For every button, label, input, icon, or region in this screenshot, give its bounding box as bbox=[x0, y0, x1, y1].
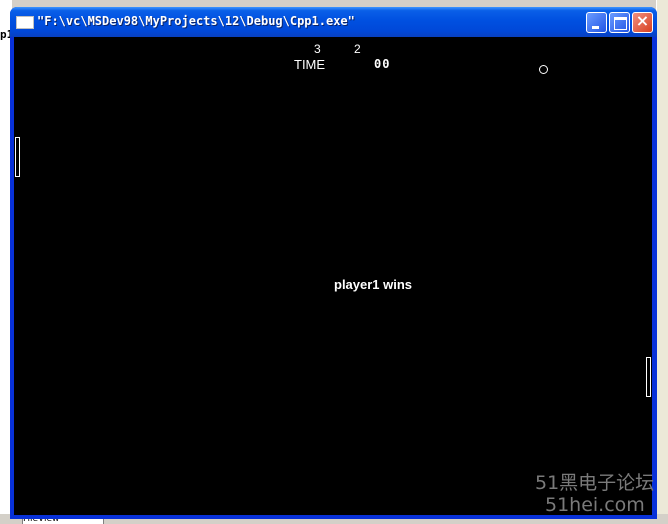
player2-score: 2 bbox=[354, 42, 361, 56]
title-bar[interactable]: "F:\vc\MSDev98\MyProjects\12\Debug\Cpp1.… bbox=[10, 7, 657, 37]
time-value: 00 bbox=[374, 57, 391, 71]
ball bbox=[539, 65, 548, 74]
watermark: 51黑电子论坛 51hei.com bbox=[535, 472, 654, 516]
game-over-message: player1 wins bbox=[334, 277, 413, 292]
watermark-line1: 51黑电子论坛 bbox=[535, 472, 655, 494]
console-window: "F:\vc\MSDev98\MyProjects\12\Debug\Cpp1.… bbox=[10, 7, 657, 519]
console-icon bbox=[16, 16, 34, 29]
left-paddle bbox=[15, 137, 20, 177]
watermark-line2: 51hei.com bbox=[545, 494, 645, 516]
window-title: "F:\vc\MSDev98\MyProjects\12\Debug\Cpp1.… bbox=[37, 14, 355, 28]
right-paddle bbox=[646, 357, 651, 397]
close-button[interactable]: × bbox=[632, 11, 653, 33]
minimize-button[interactable] bbox=[586, 12, 607, 33]
ide-right-panel bbox=[656, 0, 668, 523]
close-icon: × bbox=[635, 11, 650, 30]
player1-score: 3 bbox=[314, 42, 321, 56]
game-canvas[interactable]: 3 2 TIME 00 player1 wins bbox=[14, 37, 652, 515]
maximize-button[interactable] bbox=[609, 12, 630, 33]
time-label: TIME bbox=[294, 57, 326, 72]
